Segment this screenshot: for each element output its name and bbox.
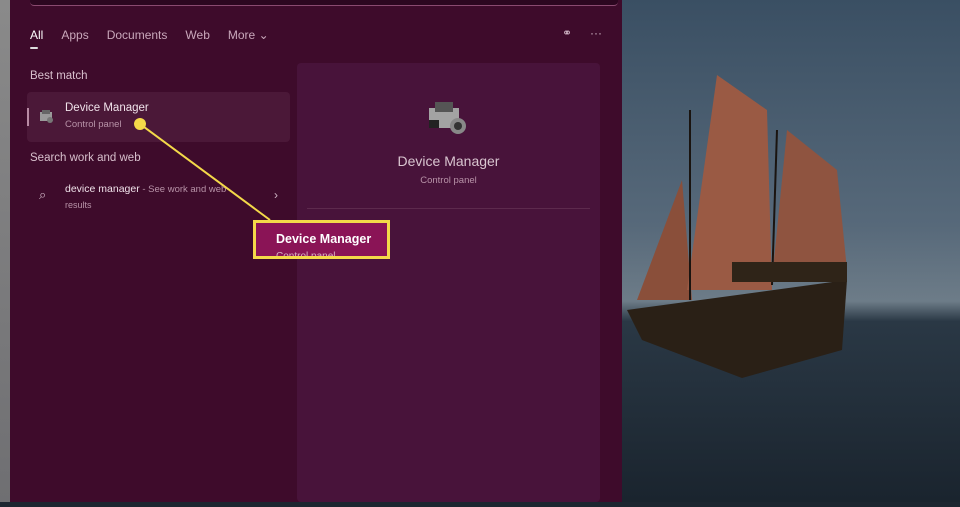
tab-all[interactable]: All <box>30 28 43 49</box>
best-match-result[interactable]: Device Manager Control panel <box>27 92 290 142</box>
tab-apps[interactable]: Apps <box>61 28 88 42</box>
result-subtitle: Control panel <box>65 119 122 130</box>
filter-tabs: All Apps Documents Web More ⌄ <box>30 28 269 49</box>
web-result[interactable]: ⌕ device manager - See work and web resu… <box>27 178 290 216</box>
callout-subtitle: Control panel <box>276 251 336 259</box>
callout-title: Device Manager <box>276 232 372 246</box>
tab-web[interactable]: Web <box>185 28 209 42</box>
callout-box: Device Manager Control panel <box>253 220 390 259</box>
best-match-heading: Best match <box>30 70 88 82</box>
tab-more-label: More <box>227 28 256 42</box>
chevron-right-icon: › <box>274 188 278 202</box>
preview-title: Device Manager <box>397 153 500 169</box>
desktop-edge <box>0 0 10 502</box>
preview-subtitle: Control panel <box>420 175 477 186</box>
tab-documents[interactable]: Documents <box>107 28 168 42</box>
web-suffix: - See work and web <box>139 184 227 195</box>
device-manager-large-icon <box>429 102 466 134</box>
search-icon: ⌕ <box>39 187 47 202</box>
share-icon[interactable]: ⚭ <box>562 26 572 40</box>
web-query: device manager <box>65 183 140 195</box>
result-title: Device Manager <box>65 102 149 114</box>
more-options-icon[interactable]: ··· <box>590 26 602 40</box>
device-manager-icon <box>40 110 53 123</box>
divider <box>307 208 590 209</box>
preview-pane: Device Manager Control panel <box>297 63 600 502</box>
web-suffix-2: results <box>65 200 92 210</box>
search-web-heading: Search work and web <box>30 152 141 164</box>
tab-more[interactable]: More ⌄ <box>228 28 269 42</box>
search-input[interactable] <box>30 0 618 6</box>
ship-image <box>627 75 847 378</box>
desktop-wallpaper <box>622 0 960 502</box>
selection-indicator <box>27 108 29 126</box>
chevron-down-icon: ⌄ <box>258 28 269 42</box>
